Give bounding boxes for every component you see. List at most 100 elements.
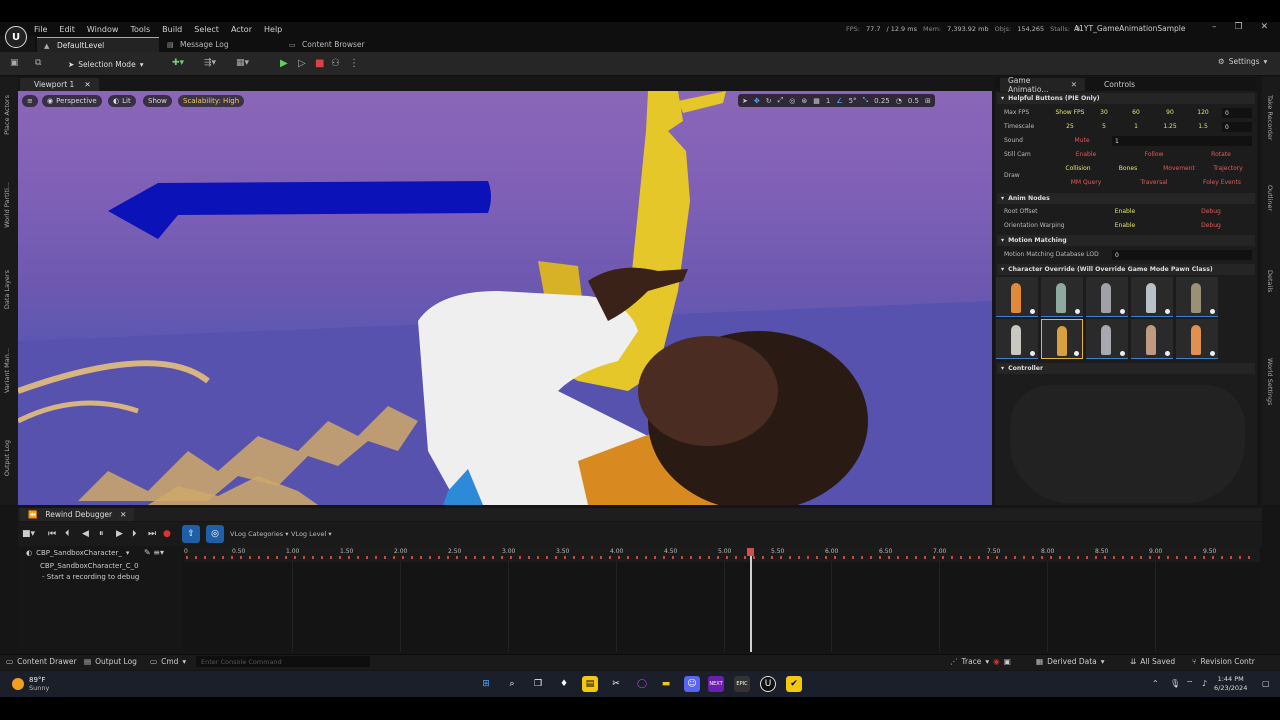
- pause-icon[interactable]: ⏸: [99, 529, 104, 539]
- character-thumb[interactable]: [1086, 319, 1128, 359]
- camera-speed-icon[interactable]: ◔: [896, 97, 902, 105]
- snapshot-icon[interactable]: ▣: [1004, 657, 1011, 666]
- play-reverse-icon[interactable]: ◀: [82, 529, 89, 539]
- close-icon[interactable]: ✕: [1071, 80, 1077, 89]
- tab-game-animation[interactable]: Game Animatio... ✕: [1000, 76, 1085, 94]
- root-offset-enable-button[interactable]: Enable: [1110, 208, 1140, 215]
- character-thumb[interactable]: [1041, 277, 1083, 317]
- system-clock[interactable]: 1:44 PM 6/23/2024: [1214, 675, 1247, 693]
- angle-snap-icon[interactable]: ∠: [836, 97, 842, 105]
- orientation-debug-button[interactable]: Debug: [1196, 222, 1226, 229]
- show-fps-button[interactable]: Show FPS: [1052, 109, 1088, 116]
- section-character-override[interactable]: ▾ Character Override (Will Override Game …: [997, 264, 1255, 275]
- rotate-icon[interactable]: ↻: [766, 97, 772, 105]
- app-icon[interactable]: ◯: [634, 676, 650, 692]
- character-thumb[interactable]: [996, 319, 1038, 359]
- notification-icon[interactable]: ▢: [1262, 679, 1270, 688]
- file-explorer-icon[interactable]: ▤: [582, 676, 598, 692]
- side-tab-world-partition[interactable]: World Partiti...: [3, 182, 11, 228]
- maximize-icon[interactable]: ❐: [1235, 22, 1243, 32]
- all-saved-button[interactable]: ⇊ All Saved: [1130, 657, 1175, 666]
- chevron-up-icon[interactable]: ⌃: [1152, 679, 1159, 688]
- search-icon[interactable]: ⌕: [504, 676, 520, 692]
- content-drawer-button[interactable]: ▭ Content Drawer: [6, 657, 77, 666]
- record-icon[interactable]: ◉: [993, 657, 1000, 666]
- step-icon[interactable]: ▷: [298, 58, 306, 69]
- camera-track-icon[interactable]: ◎: [206, 525, 224, 543]
- timescale-input[interactable]: 0: [1222, 122, 1252, 132]
- menu-select[interactable]: Select: [194, 25, 219, 34]
- level-viewport[interactable]: [18, 91, 992, 505]
- app-icon[interactable]: ✔: [786, 676, 802, 692]
- menu-help[interactable]: Help: [264, 25, 282, 34]
- unreal-logo-icon[interactable]: U: [5, 26, 27, 48]
- epic-games-icon[interactable]: EPIC: [734, 676, 750, 692]
- auto-eject-icon[interactable]: ⇧: [182, 525, 200, 543]
- draw-mm-query-button[interactable]: MM Query: [1066, 179, 1106, 186]
- character-thumb-selected[interactable]: [1041, 319, 1083, 359]
- still-cam-enable-button[interactable]: Enable: [1070, 151, 1102, 158]
- tab-viewport-1[interactable]: Viewport 1 ✕: [20, 78, 99, 91]
- section-helpful-buttons[interactable]: ▾ Helpful Buttons (PIE Only): [997, 93, 1255, 104]
- character-thumb[interactable]: [1131, 277, 1173, 317]
- character-thumb[interactable]: [1176, 319, 1218, 359]
- eject-icon[interactable]: ⚇: [331, 58, 340, 69]
- vlog-categories-dropdown[interactable]: VLog Categories ▾: [230, 530, 289, 538]
- settings-button[interactable]: ⚙ Settings ▾: [1218, 57, 1267, 66]
- section-motion-matching[interactable]: ▾ Motion Matching: [997, 235, 1255, 246]
- side-tab-variant-manager[interactable]: Variant Man...: [3, 348, 11, 393]
- side-tab-output-log[interactable]: Output Log: [3, 440, 11, 476]
- volume-icon[interactable]: ♪: [1202, 679, 1207, 688]
- side-tab-outliner[interactable]: Outliner: [1266, 185, 1274, 211]
- fps-30-button[interactable]: 30: [1094, 109, 1114, 116]
- character-thumb[interactable]: [1086, 277, 1128, 317]
- orientation-enable-button[interactable]: Enable: [1110, 222, 1140, 229]
- folder-icon[interactable]: ▬: [658, 676, 674, 692]
- wifi-icon[interactable]: ⌔: [1186, 679, 1194, 689]
- timescale-1-button[interactable]: 1: [1126, 123, 1146, 130]
- menu-edit[interactable]: Edit: [59, 25, 75, 34]
- browse-icon[interactable]: ⧉: [35, 58, 41, 68]
- side-tab-data-layers[interactable]: Data Layers: [3, 270, 11, 309]
- record-icon[interactable]: ●: [163, 529, 171, 539]
- more-options-icon[interactable]: ⋮: [349, 58, 359, 69]
- step-back-icon[interactable]: ⏴: [65, 529, 70, 539]
- cinematics-icon[interactable]: ▦▾: [236, 58, 249, 68]
- tab-content-browser[interactable]: ▭ Content Browser: [282, 37, 400, 52]
- draw-traversal-button[interactable]: Traversal: [1134, 179, 1174, 186]
- tab-defaultlevel[interactable]: ▲ DefaultLevel: [37, 37, 159, 52]
- close-icon[interactable]: ✕: [120, 510, 126, 519]
- section-controller[interactable]: ▾ Controller: [997, 363, 1255, 374]
- character-thumb[interactable]: [1131, 319, 1173, 359]
- selection-mode-dropdown[interactable]: ➤ Selection Mode ▾: [68, 57, 143, 71]
- widgets-icon[interactable]: ♦: [556, 676, 572, 692]
- scalability-button[interactable]: Scalability: High: [178, 95, 245, 107]
- mm-lod-input[interactable]: 0: [1112, 250, 1252, 260]
- vlog-level-dropdown[interactable]: VLog Level ▾: [291, 530, 332, 538]
- still-cam-follow-button[interactable]: Follow: [1138, 151, 1170, 158]
- scale-snap-value[interactable]: 0.25: [874, 97, 890, 105]
- sound-input[interactable]: 1: [1112, 136, 1252, 146]
- track-row-main[interactable]: ◐ CBP_SandboxCharacter_ ▾: [26, 549, 129, 557]
- timescale-5-button[interactable]: 5: [1094, 123, 1114, 130]
- playhead-handle[interactable]: [747, 548, 754, 556]
- cmd-dropdown[interactable]: ▭ Cmd ▾: [150, 657, 186, 666]
- max-fps-input[interactable]: 0: [1222, 108, 1252, 118]
- draw-collision-button[interactable]: Collision: [1060, 165, 1096, 172]
- perspective-button[interactable]: ◉ Perspective: [42, 95, 102, 107]
- timescale-125-button[interactable]: 1.25: [1160, 123, 1180, 130]
- character-thumb[interactable]: [996, 277, 1038, 317]
- maximize-viewport-icon[interactable]: ⊞: [925, 97, 931, 105]
- close-icon[interactable]: ✕: [1261, 22, 1269, 32]
- move-icon[interactable]: ✥: [754, 97, 760, 105]
- select-arrow-icon[interactable]: ➤: [742, 97, 748, 105]
- tab-controls[interactable]: Controls: [1096, 78, 1143, 91]
- stop-icon[interactable]: ■: [315, 58, 324, 69]
- blueprint-icon[interactable]: ⇶▾: [204, 58, 216, 68]
- save-icon[interactable]: ▣: [10, 58, 19, 68]
- fps-60-button[interactable]: 60: [1126, 109, 1146, 116]
- jump-start-icon[interactable]: ⏮: [48, 529, 56, 539]
- scale-snap-icon[interactable]: ⤡: [863, 96, 869, 105]
- timescale-15-button[interactable]: 1.5: [1193, 123, 1213, 130]
- angle-snap-value[interactable]: 5°: [849, 97, 857, 105]
